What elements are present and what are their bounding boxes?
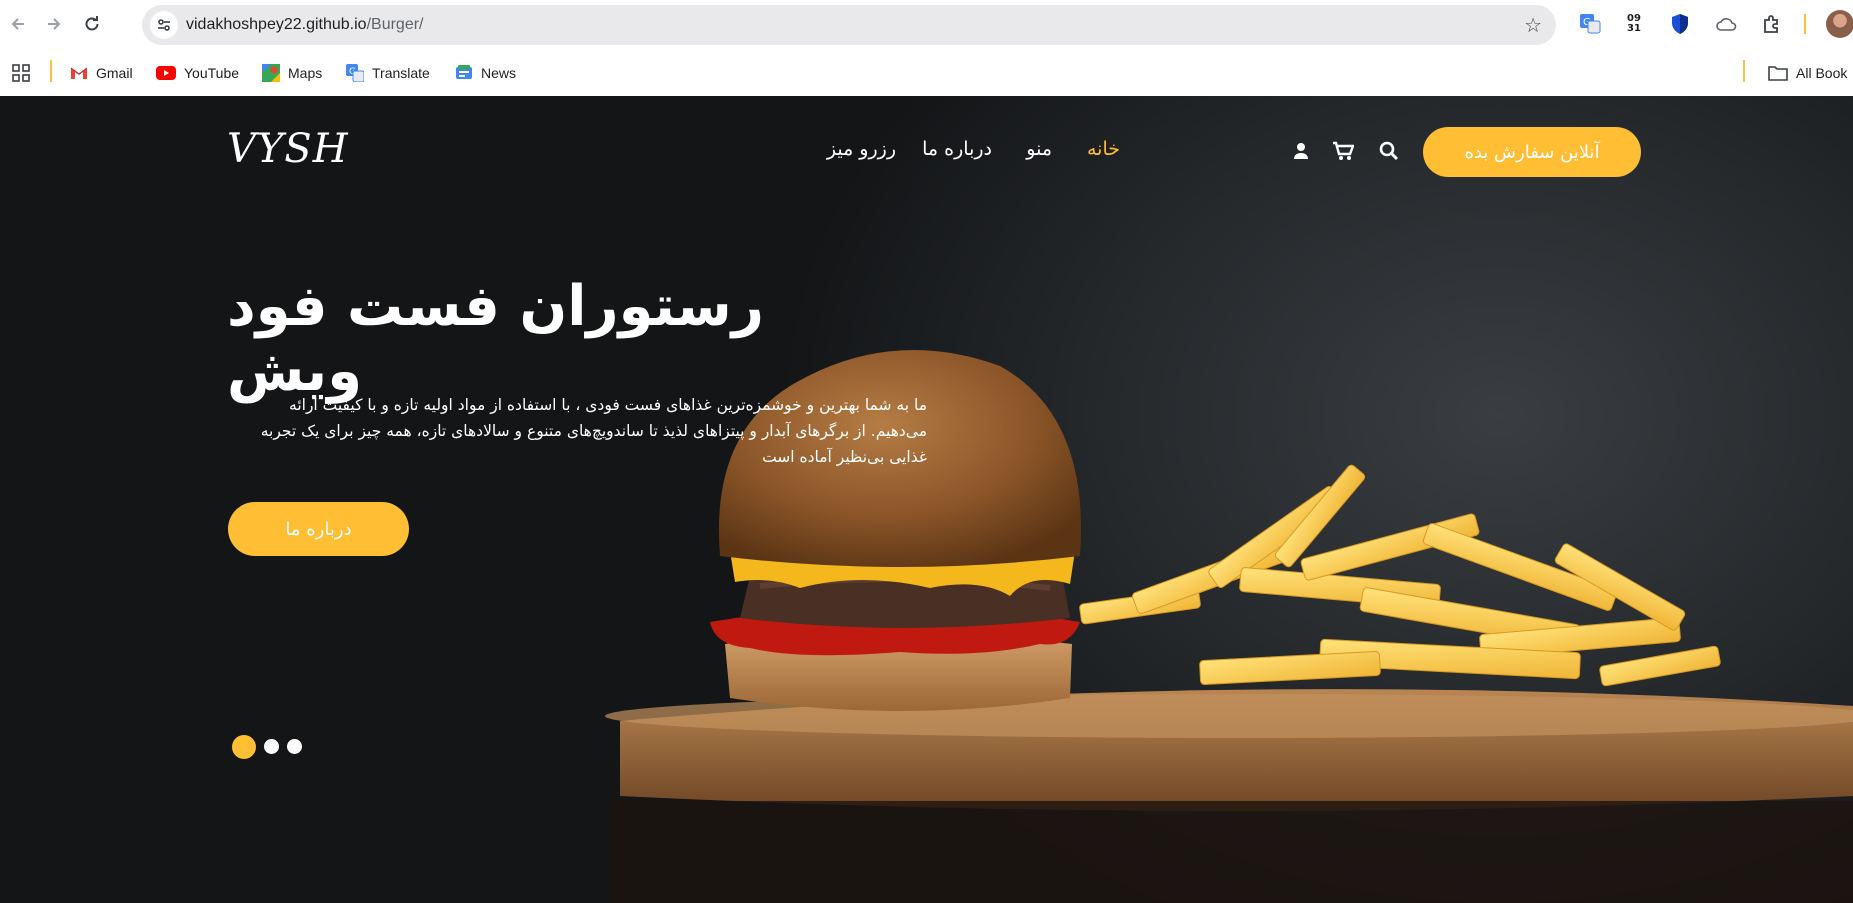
hero-title: رستوران فست فود ویش [227, 274, 847, 404]
hero-description-text: ما به شما بهترین و خوشمزه‌ترین غذاهای فس… [260, 396, 927, 466]
nav-item-home[interactable]: خانه [1087, 138, 1120, 160]
tune-icon [158, 19, 170, 31]
reload-icon [85, 16, 99, 31]
site-info-button[interactable] [150, 11, 178, 39]
profile-avatar[interactable] [1826, 10, 1853, 38]
toolbar-separator [1804, 14, 1806, 34]
carousel-dot-2[interactable] [264, 739, 279, 754]
bookmark-label: Translate [372, 65, 430, 81]
carousel-indicators [232, 733, 312, 759]
browser-toolbar: vidakhoshpey22.github.io/Burger/ ☆ G 09 3… [0, 0, 1853, 48]
arrow-left-icon [11, 18, 24, 30]
bookmark-label: Gmail [96, 65, 133, 81]
url-host: vidakhoshpey22.github.io [186, 16, 367, 33]
bookmark-gmail[interactable]: Gmail [70, 62, 133, 84]
address-bar[interactable]: vidakhoshpey22.github.io/Burger/ ☆ [142, 5, 1556, 45]
url-text: vidakhoshpey22.github.io/Burger/ [186, 16, 424, 34]
cloud-extension-icon[interactable] [1714, 12, 1738, 36]
carousel-dot-3[interactable] [287, 739, 302, 754]
hero-description: ما به شما بهترین و خوشمزه‌ترین غذاهای فس… [227, 392, 927, 470]
all-bookmarks-button[interactable]: All Book [1768, 62, 1847, 84]
google-translate-extension-icon[interactable]: G [1578, 12, 1602, 36]
bookmark-maps[interactable]: Maps [262, 62, 322, 84]
gmail-icon [70, 67, 88, 79]
all-bookmarks-label: All Book [1796, 65, 1848, 81]
back-button[interactable] [4, 10, 32, 38]
nav-item-menu[interactable]: منو [1026, 138, 1052, 160]
order-online-button[interactable]: آنلاین سفارش بده [1423, 127, 1641, 177]
bookmark-youtube[interactable]: YouTube [156, 62, 239, 84]
hero-title-text: رستوران فست فود ویش [227, 274, 764, 404]
bookmark-star-icon[interactable]: ☆ [1524, 13, 1542, 37]
shield-extension-icon[interactable] [1668, 12, 1692, 36]
extensions-puzzle-icon[interactable] [1760, 12, 1784, 36]
bookmark-label: News [481, 65, 517, 81]
clock-extension-icon[interactable]: 09 31 [1622, 12, 1646, 36]
nav-item-about[interactable]: درباره ما [922, 138, 992, 160]
reload-button[interactable] [78, 10, 106, 38]
search-icon[interactable] [1378, 140, 1400, 162]
bookmark-translate[interactable]: G Translate [346, 62, 430, 84]
about-us-button[interactable]: درباره ما [228, 502, 409, 556]
bookmark-label: YouTube [184, 65, 240, 81]
apps-grid-icon[interactable] [12, 62, 30, 84]
bookmark-news[interactable]: News [455, 62, 516, 84]
bookmarks-separator [1743, 60, 1745, 82]
maps-icon [262, 64, 280, 82]
translate-icon: G [346, 64, 364, 82]
arrow-right-icon [48, 18, 61, 30]
carousel-dot-1[interactable] [232, 735, 256, 759]
forward-button[interactable] [40, 10, 68, 38]
bookmark-label: Maps [288, 65, 323, 81]
folder-icon [1768, 66, 1788, 81]
user-icon[interactable] [1290, 140, 1312, 162]
hero-section: VYSH خانه منو درباره ما رزرو میز آنلاین … [0, 96, 1853, 903]
bookmarks-bar: Gmail YouTube Maps G Translate News All … [0, 48, 1853, 96]
main-nav: خانه منو درباره ما رزرو میز [740, 138, 1120, 168]
site-logo[interactable]: VYSH [227, 126, 349, 172]
nav-item-reserve[interactable]: رزرو میز [827, 138, 896, 160]
youtube-icon [156, 66, 176, 80]
bookmarks-separator [50, 60, 52, 82]
cart-icon[interactable] [1332, 140, 1354, 162]
url-path: /Burger/ [366, 16, 424, 33]
news-icon [456, 65, 472, 79]
